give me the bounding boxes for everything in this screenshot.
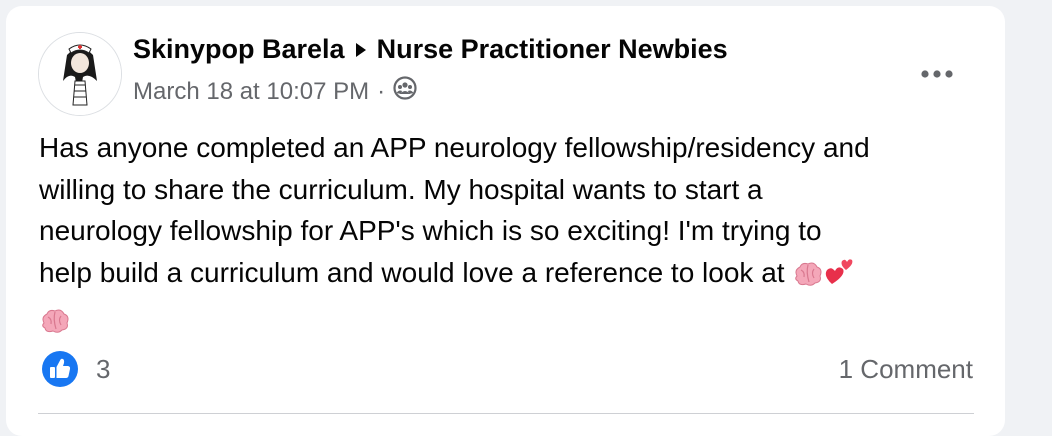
divider (38, 413, 974, 414)
group-name[interactable]: Nurse Practitioner Newbies (377, 34, 728, 65)
like-reaction-icon (42, 351, 78, 387)
post-meta: March 18 at 10:07 PM · (133, 76, 417, 107)
post-body-emoji-line (39, 299, 969, 347)
avatar-image (39, 33, 121, 115)
meta-separator: · (377, 77, 386, 105)
post-timestamp[interactable]: March 18 at 10:07 PM (133, 78, 369, 106)
brain-emoji-icon (39, 305, 71, 347)
comment-count-link[interactable]: 1 Comment (839, 354, 973, 385)
more-options-button[interactable] (915, 52, 959, 96)
author-name[interactable]: Skinypop Barela (133, 34, 345, 65)
more-dots-icon (921, 70, 953, 78)
two-hearts-emoji-icon (824, 256, 854, 300)
post-body-line: help build a curriculum and would love a… (39, 256, 785, 288)
like-count: 3 (96, 353, 111, 384)
post-body-line: willing to share the curriculum. My hosp… (39, 173, 763, 205)
triangle-right-icon (355, 42, 367, 58)
avatar[interactable] (38, 32, 122, 116)
reactions-summary[interactable]: 3 (41, 350, 110, 388)
post-body-line: Has anyone completed an APP neurology fe… (39, 132, 870, 163)
post-body-line-with-emoji: help build a curriculum and would love a… (39, 252, 969, 300)
post-card: Skinypop Barela Nurse Practitioner Newbi… (6, 6, 1005, 436)
group-audience-icon (393, 76, 417, 107)
post-body: Has anyone completed an APP neurology fe… (39, 127, 969, 347)
post-header: Skinypop Barela Nurse Practitioner Newbi… (133, 34, 728, 65)
brain-emoji-icon (792, 258, 824, 300)
post-body-line: neurology fellowship for APP's which is … (39, 215, 822, 246)
